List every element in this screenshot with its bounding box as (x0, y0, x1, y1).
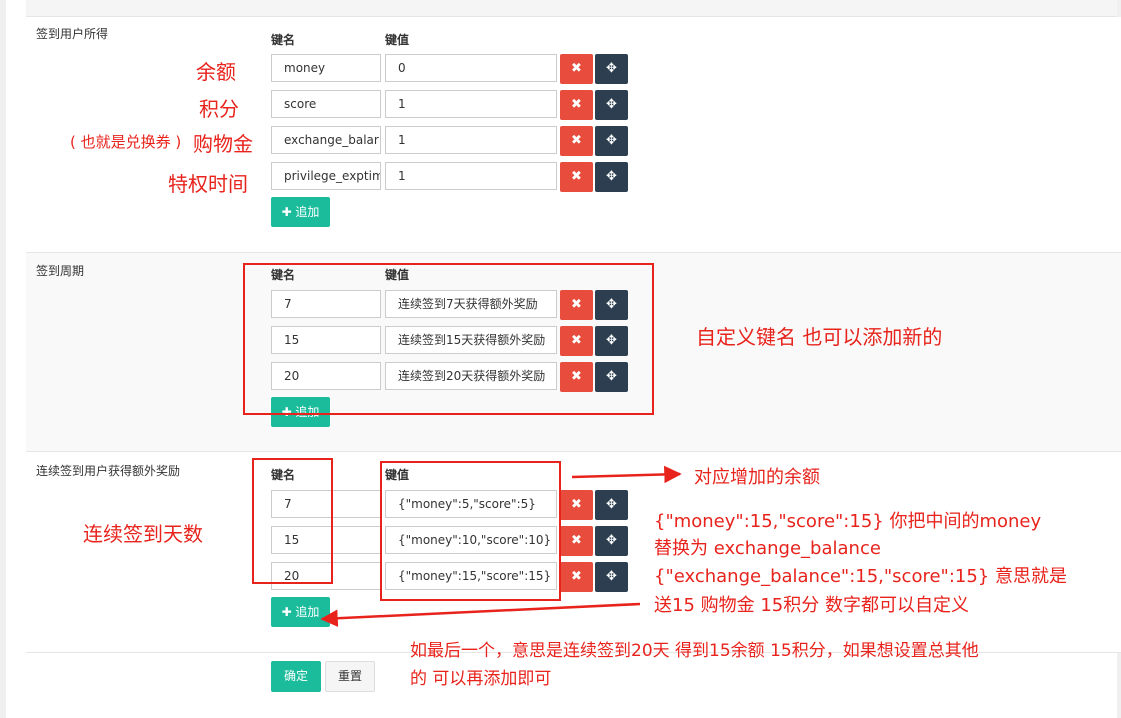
section-label: 连续签到用户获得额外奖励 (36, 464, 181, 478)
section-label: 签到周期 (36, 264, 85, 278)
annotation-box-cycle (243, 263, 654, 415)
move-button[interactable]: ✥ (595, 162, 628, 192)
annotation-added-balance: 对应增加的余额 (694, 467, 820, 488)
add-row-button[interactable]: ✚ 追加 (271, 597, 330, 627)
left-edge (0, 0, 6, 718)
annotation-custom-key: 自定义键名 也可以添加新的 (696, 325, 943, 349)
key-input[interactable]: exchange_balar (271, 126, 381, 154)
move-button[interactable]: ✥ (595, 562, 628, 592)
reset-button[interactable]: 重置 (325, 661, 375, 692)
key-input[interactable]: score (271, 90, 381, 118)
key-input[interactable]: money (271, 54, 381, 82)
annotation-privilege: 特权时间 (168, 172, 248, 196)
add-row-button[interactable]: ✚ 追加 (271, 197, 330, 227)
delete-button[interactable]: ✖ (560, 126, 593, 156)
annotation-shopping: 购物金 (193, 132, 253, 156)
annotation-bottom-line-2: 的 可以再添加即可 (410, 669, 552, 689)
annotation-explain-line-4: 送15 购物金 15积分 数字都可以自定义 (654, 595, 969, 616)
top-bar (26, 0, 1121, 17)
annotation-box-values (380, 461, 561, 601)
value-input[interactable]: 1 (385, 126, 557, 154)
value-input[interactable]: 0 (385, 54, 557, 82)
move-button[interactable]: ✥ (595, 126, 628, 156)
move-button[interactable]: ✥ (595, 90, 628, 120)
key-input[interactable]: privilege_exptim (271, 162, 381, 190)
delete-button[interactable]: ✖ (560, 90, 593, 120)
move-button[interactable]: ✥ (595, 54, 628, 84)
value-header: 键值 (385, 33, 410, 47)
annotation-bottom-line-1: 如最后一个，意思是连续签到20天 得到15余额 15积分，如果想设置总其他 (410, 641, 979, 661)
value-input[interactable]: 1 (385, 90, 557, 118)
move-button[interactable]: ✥ (595, 526, 628, 556)
confirm-button[interactable]: 确定 (271, 661, 321, 692)
annotation-explain-line-1: {"money":15,"score":15} 你把中间的money (654, 511, 1042, 532)
delete-button[interactable]: ✖ (560, 54, 593, 84)
annotation-explain-line-3: {"exchange_balance":15,"score":15} 意思就是 (654, 566, 1067, 587)
key-header: 键名 (271, 33, 296, 47)
move-button[interactable]: ✥ (595, 490, 628, 520)
delete-button[interactable]: ✖ (560, 490, 593, 520)
delete-button[interactable]: ✖ (560, 562, 593, 592)
annotation-balance: 余额 (196, 60, 236, 84)
annotation-shopping-prefix: ( 也就是兑换券 ) (70, 133, 182, 151)
delete-button[interactable]: ✖ (560, 526, 593, 556)
section-label: 签到用户所得 (36, 27, 109, 41)
annotation-consecutive-days: 连续签到天数 (83, 522, 203, 546)
annotation-score: 积分 (199, 97, 239, 121)
annotation-box-days (252, 458, 333, 584)
value-input[interactable]: 1 (385, 162, 557, 190)
annotation-explain-line-2: 替换为 exchange_balance (654, 538, 881, 559)
delete-button[interactable]: ✖ (560, 162, 593, 192)
form-page: 签到用户所得 键名 键值 money 0 ✖ ✥ score 1 ✖ ✥ exc… (0, 0, 1121, 718)
